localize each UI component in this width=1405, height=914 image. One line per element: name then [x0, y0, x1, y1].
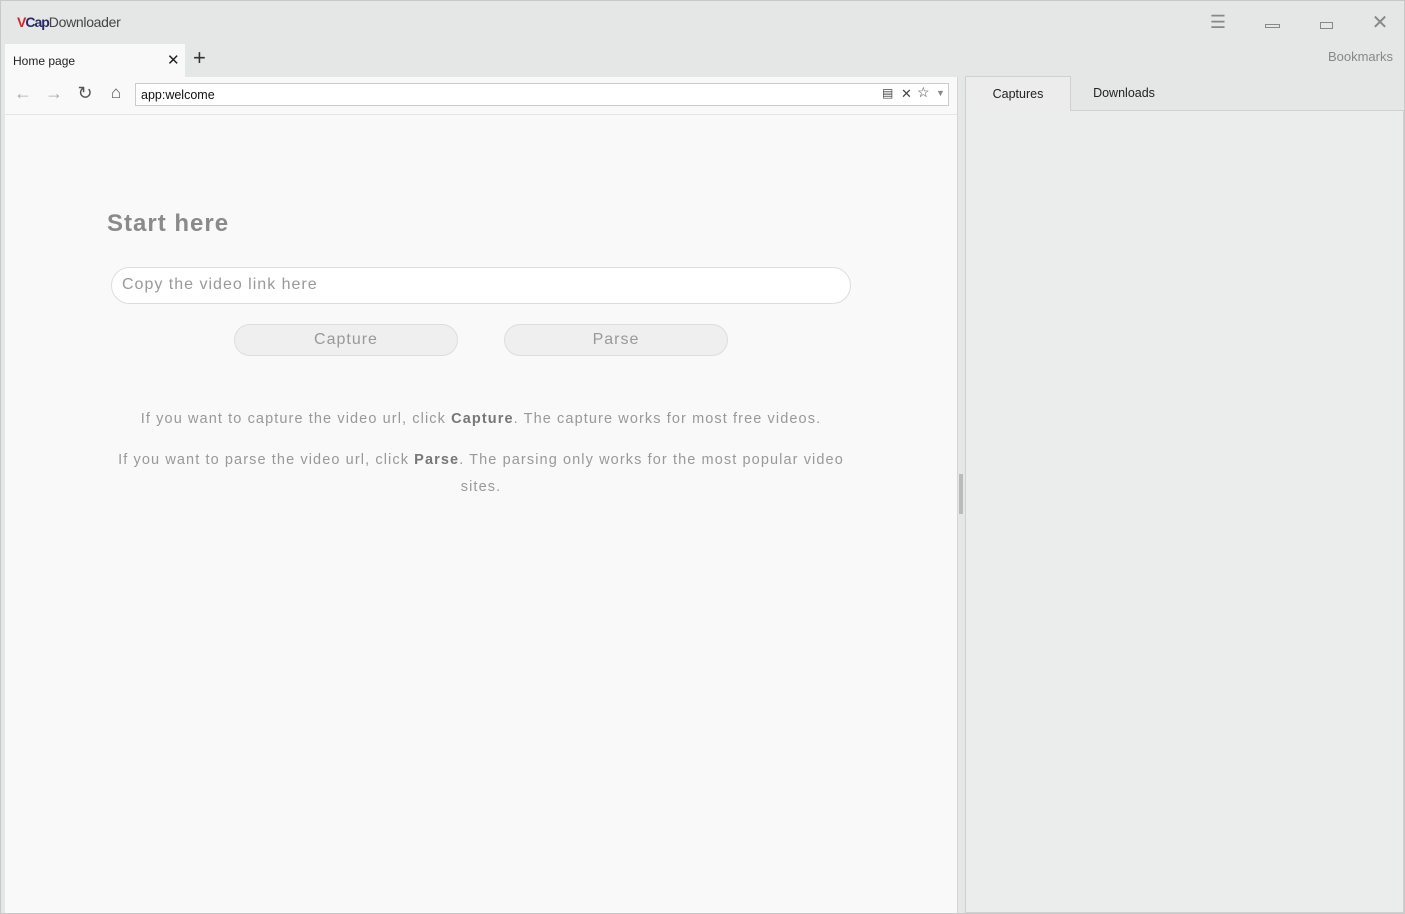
p1-pre: If you want to capture the video url, cl… [140, 411, 452, 427]
minimize-button[interactable] [1257, 9, 1287, 35]
new-tab-plus-icon[interactable]: + [193, 47, 206, 69]
close-window-button[interactable]: ✕ [1365, 9, 1395, 35]
page-heading: Start here [107, 210, 230, 237]
tab-close-icon[interactable]: ✕ [167, 51, 180, 69]
p2-pre: If you want to parse the video url, clic… [118, 452, 415, 468]
reload-icon[interactable]: ↻ [73, 83, 97, 104]
parse-help-text: If you want to parse the video url, clic… [105, 447, 857, 501]
url-text: app:welcome [141, 88, 215, 102]
maximize-button[interactable] [1311, 9, 1341, 35]
capture-help-text: If you want to capture the video url, cl… [105, 406, 857, 433]
input-placeholder: Copy the video link here [122, 276, 318, 293]
splitter-handle[interactable] [959, 474, 963, 514]
p1-post: . The capture works for most free videos… [513, 411, 822, 427]
bookmarks-link[interactable]: Bookmarks [1328, 49, 1393, 64]
tab-captures-label: Captures [992, 87, 1044, 101]
menu-icon: ☰ [1209, 11, 1227, 32]
dropdown-caret-icon[interactable]: ▼ [936, 88, 945, 98]
star-icon[interactable]: ☆ [917, 84, 930, 101]
captures-panel [965, 110, 1404, 913]
parse-button[interactable]: Parse [504, 324, 728, 356]
maximize-icon [1319, 21, 1333, 29]
tab-downloads[interactable]: Downloads [1073, 76, 1175, 111]
p2-post: . The parsing only works for the most po… [459, 452, 844, 495]
back-arrow-icon[interactable]: ← [11, 83, 35, 104]
p1-bold: Capture [451, 411, 514, 427]
video-link-input[interactable]: Copy the video link here [111, 267, 851, 304]
tab-label: Home page [13, 54, 76, 68]
minimize-icon [1264, 24, 1280, 28]
tab-home-page[interactable]: Home page [5, 44, 185, 77]
address-toolbar: ← → ↻ ⌂ app:welcome ▤ ✕ ☆ ▼ [5, 77, 957, 115]
app-title: Downloader [48, 14, 121, 30]
url-input[interactable]: app:welcome [135, 83, 949, 106]
logo-cap: Cap [25, 14, 49, 30]
menu-button[interactable]: ☰ [1203, 9, 1233, 35]
p2-bold: Parse [414, 452, 460, 468]
clipboard-icon[interactable]: ▤ [882, 86, 893, 100]
clear-url-icon[interactable]: ✕ [901, 86, 912, 102]
forward-arrow-icon[interactable]: → [42, 83, 66, 104]
tab-captures[interactable]: Captures [965, 76, 1071, 111]
home-icon[interactable]: ⌂ [104, 83, 128, 103]
tab-downloads-label: Downloads [1093, 86, 1155, 100]
browser-pane: ← → ↻ ⌂ app:welcome ▤ ✕ ☆ ▼ Start here C… [5, 77, 957, 913]
capture-button[interactable]: Capture [234, 324, 458, 356]
close-icon: ✕ [1371, 11, 1389, 34]
app-logo: VCapDownloader [17, 14, 121, 30]
